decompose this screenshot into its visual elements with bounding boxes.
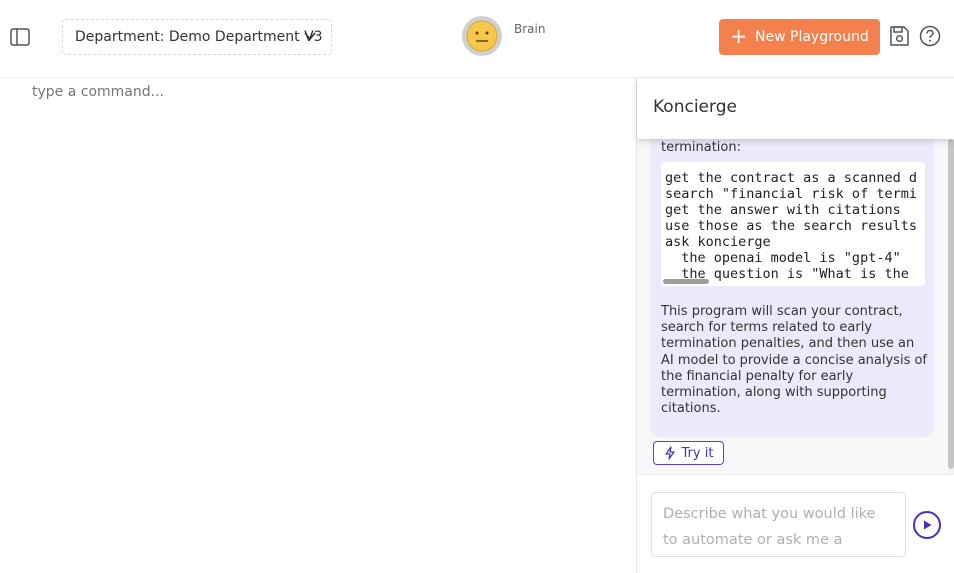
- code-line: search "financial risk of termi: [665, 186, 917, 202]
- help-button[interactable]: [919, 25, 941, 47]
- try-it-label: Try it: [681, 445, 714, 461]
- code-horizontal-scrollbar[interactable]: [663, 279, 709, 284]
- panel-title: Koncierge: [653, 97, 737, 117]
- sidebar-toggle-button[interactable]: [8, 25, 32, 49]
- new-playground-button[interactable]: + New Playground: [719, 19, 880, 55]
- code-line: the openai model is "gpt-4": [665, 250, 901, 266]
- top-header: Department: Demo Department V3 Brain + N…: [0, 0, 954, 78]
- play-icon: [924, 520, 932, 530]
- message-description: This program will scan your contract, se…: [661, 304, 928, 417]
- department-select-value: Department: Demo Department V3: [75, 29, 323, 45]
- neutral-face-icon: [466, 20, 498, 52]
- department-select[interactable]: Department: Demo Department V3: [62, 19, 332, 55]
- brain-label: Brain: [514, 22, 546, 36]
- code-line: ask koncierge: [665, 234, 771, 250]
- brain-avatar[interactable]: [462, 16, 502, 56]
- send-button[interactable]: [913, 511, 941, 539]
- save-button[interactable]: [888, 25, 910, 47]
- panel-header: Koncierge: [637, 78, 954, 139]
- code-line: get the answer with citations: [665, 202, 901, 218]
- panel-scrollbar[interactable]: [948, 139, 954, 473]
- sidebar-toggle-icon: [10, 28, 30, 46]
- assistant-message: termination: get the contract as a scann…: [651, 139, 933, 435]
- message-intro-text: termination:: [661, 140, 741, 155]
- save-icon: [890, 26, 909, 46]
- lightning-icon: [664, 446, 675, 460]
- command-input[interactable]: [32, 84, 592, 100]
- panel-scrollbar-thumb[interactable]: [948, 139, 954, 469]
- chat-input[interactable]: [651, 492, 906, 557]
- chevron-down-icon: [304, 32, 316, 41]
- help-icon: [919, 25, 941, 47]
- code-line: get the contract as a scanned d: [665, 170, 917, 186]
- try-it-button[interactable]: Try it: [653, 441, 724, 465]
- plus-icon: +: [730, 24, 748, 48]
- chat-footer: [637, 474, 954, 573]
- koncierge-panel: Koncierge termination: get the contract …: [636, 78, 954, 573]
- code-block: get the contract as a scanned d search "…: [661, 162, 925, 286]
- code-line: use those as the search results: [665, 218, 917, 234]
- new-playground-label: New Playground: [755, 29, 869, 45]
- chat-messages: termination: get the contract as a scann…: [637, 139, 954, 473]
